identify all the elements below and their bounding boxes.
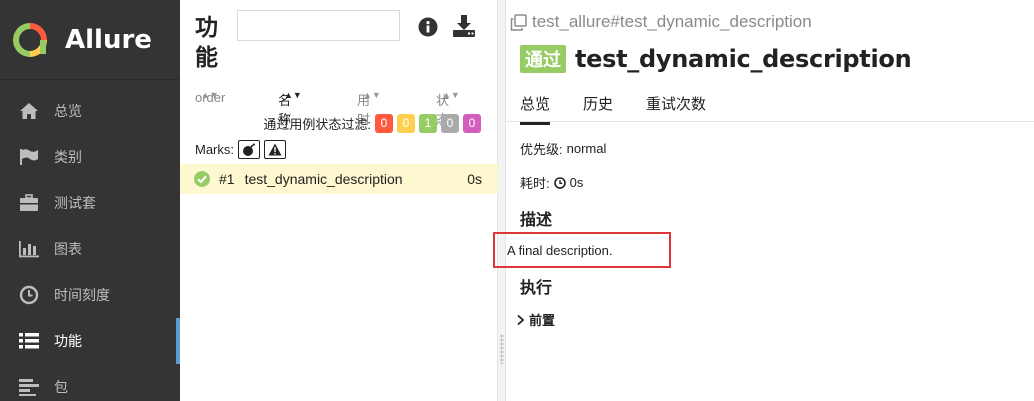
duration-field: 耗时: 0s <box>520 173 583 192</box>
info-icon[interactable] <box>418 17 438 37</box>
sidebar-item-label: 时间刻度 <box>54 287 110 303</box>
sidebar-item-label: 测试套 <box>54 195 96 211</box>
behaviors-panel: 功能 order▲▼ 名称▲▼ 用时▲▼ 状态▲▼ 通过用例状态过滤: 0 0 … <box>180 0 498 401</box>
sort-arrows-icon: ▲▼ <box>363 90 381 100</box>
severity-value: normal <box>566 141 607 156</box>
clock-icon <box>553 176 566 189</box>
warning-icon <box>268 143 282 156</box>
panel-title: 功能 <box>195 14 218 70</box>
sort-bar: order▲▼ 名称▲▼ 用时▲▼ 状态▲▼ <box>180 86 498 127</box>
sort-arrows-icon: ▲▼ <box>201 90 219 100</box>
setup-label: 前置 <box>529 313 556 328</box>
panel-header: 功能 <box>180 0 497 82</box>
sort-arrows-icon: ▲▼ <box>284 90 302 100</box>
test-duration: 0s <box>467 171 482 187</box>
status-badge: 通过 <box>520 45 566 73</box>
description-heading: 描述 <box>520 212 553 229</box>
filter-unknown[interactable]: 0 <box>463 114 481 133</box>
sidebar-item-categories[interactable]: 类别 <box>0 134 180 180</box>
download-icon[interactable] <box>452 14 476 38</box>
detail-tabs: 总览 历史 重试次数 <box>520 88 739 125</box>
filter-broken[interactable]: 0 <box>397 114 415 133</box>
tab-overview[interactable]: 总览 <box>520 88 551 125</box>
filter-passed[interactable]: 1 <box>419 114 437 133</box>
execution-heading: 执行 <box>520 280 553 297</box>
setup-section[interactable]: 前置 <box>516 310 555 329</box>
duration-label: 耗时: <box>520 176 550 191</box>
marks-label: Marks: <box>195 142 234 157</box>
chevron-right-icon <box>517 314 525 325</box>
description-text: A final description. <box>507 242 613 258</box>
sidebar-item-label: 功能 <box>54 333 82 349</box>
duration-value: 0s <box>569 175 584 190</box>
sidebar-item-graphs[interactable]: 图表 <box>0 226 180 272</box>
tab-retries[interactable]: 重试次数 <box>646 88 706 125</box>
breadcrumb: test_allure#test_dynamic_description <box>510 12 812 32</box>
filter-skipped[interactable]: 0 <box>441 114 459 133</box>
flaky-mark-toggle[interactable] <box>238 140 260 159</box>
flag-icon <box>18 147 40 167</box>
test-name: test_dynamic_description <box>244 171 403 187</box>
list-icon <box>18 331 40 351</box>
sidebar-item-label: 图表 <box>54 241 82 257</box>
pane-splitter[interactable] <box>498 0 506 401</box>
new-failed-mark-toggle[interactable] <box>264 140 286 159</box>
briefcase-icon <box>18 193 40 213</box>
splitter-grip-icon[interactable] <box>500 334 504 364</box>
page-title: test_dynamic_description <box>575 45 912 73</box>
filter-failed[interactable]: 0 <box>375 114 393 133</box>
sort-arrows-icon: ▲▼ <box>442 90 460 100</box>
status-filter-label: 通过用例状态过滤: <box>263 117 371 132</box>
copy-icon[interactable] <box>510 13 527 31</box>
status-filter: 通过用例状态过滤: 0 0 1 0 0 <box>263 114 481 133</box>
sidebar: Allure 总览 类别 测试套 图表 时间刻度 功能 包 <box>0 0 180 401</box>
test-number: #1 <box>219 171 235 187</box>
sidebar-item-label: 包 <box>54 379 68 395</box>
breadcrumb-text: test_allure#test_dynamic_description <box>532 12 812 31</box>
sidebar-item-overview[interactable]: 总览 <box>0 88 180 134</box>
allure-logo-icon <box>13 22 47 57</box>
tabs-divider <box>507 121 1034 122</box>
description-highlight: A final description. <box>493 232 671 268</box>
passed-check-icon <box>194 171 210 187</box>
test-result-row[interactable]: #1 test_dynamic_description 0s <box>180 164 498 194</box>
sidebar-item-behaviors[interactable]: 功能 <box>0 318 180 364</box>
home-icon <box>18 101 40 121</box>
bar-chart-icon <box>18 239 40 259</box>
brand[interactable]: Allure <box>0 0 180 80</box>
sidebar-nav: 总览 类别 测试套 图表 时间刻度 功能 包 <box>0 80 180 401</box>
brand-name: Allure <box>65 24 152 55</box>
bomb-icon <box>243 143 255 156</box>
marks-filter: Marks: <box>195 140 286 159</box>
severity-label: 优先级: <box>520 142 563 157</box>
sidebar-item-suites[interactable]: 测试套 <box>0 180 180 226</box>
test-title-row: 通过 test_dynamic_description <box>520 45 912 73</box>
sidebar-item-label: 总览 <box>54 103 82 119</box>
clock-icon <box>18 285 40 305</box>
tab-history[interactable]: 历史 <box>583 88 613 125</box>
sidebar-item-timeline[interactable]: 时间刻度 <box>0 272 180 318</box>
search-input[interactable] <box>237 10 400 41</box>
allure-report-app: Allure 总览 类别 测试套 图表 时间刻度 功能 包 功能 order ▲… <box>0 0 1034 401</box>
severity-field: 优先级: normal <box>520 139 606 158</box>
test-detail-pane: test_allure#test_dynamic_description 通过 … <box>493 0 1034 401</box>
sidebar-item-packages[interactable]: 包 <box>0 364 180 401</box>
align-left-icon <box>18 377 40 397</box>
sidebar-item-label: 类别 <box>54 149 82 165</box>
